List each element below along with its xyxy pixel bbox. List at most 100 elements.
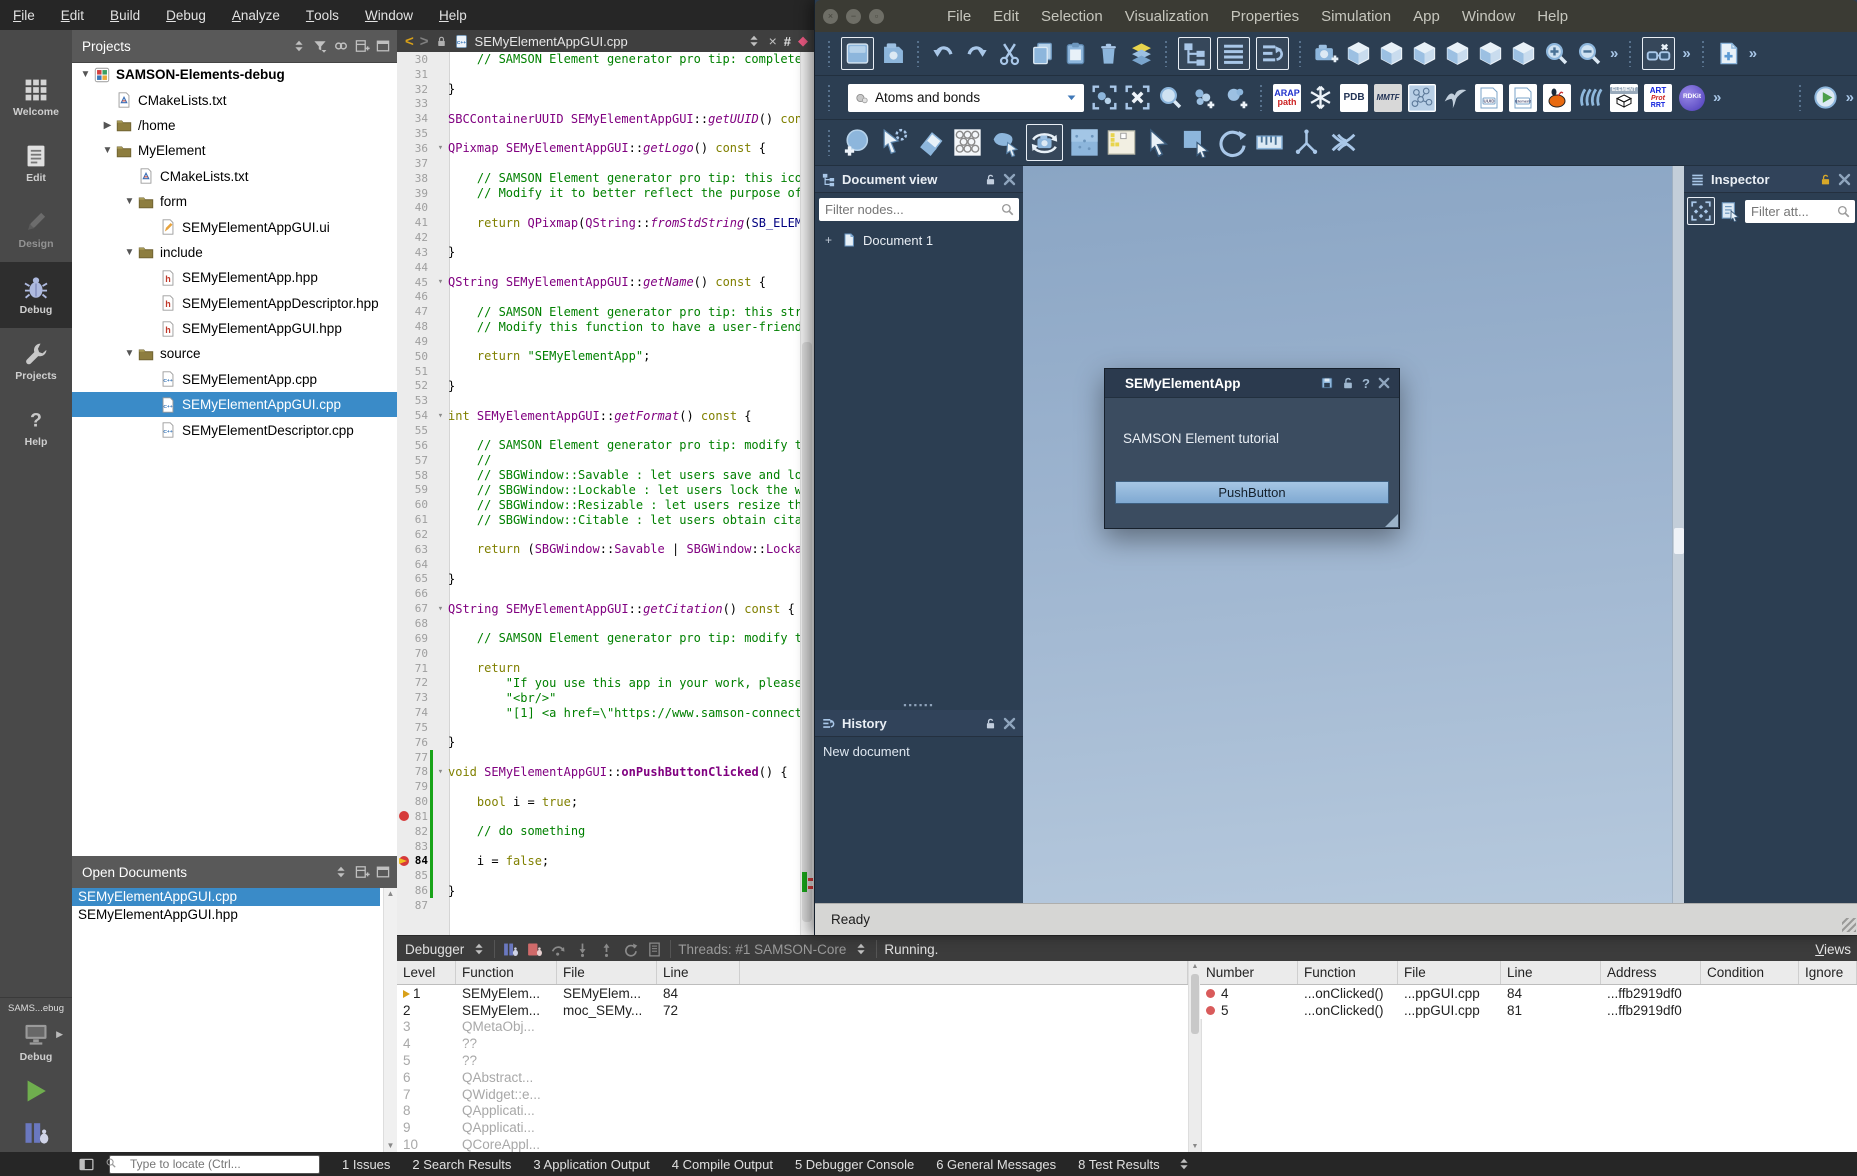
expand-arrow-icon[interactable]: ▼ [122,196,137,207]
dialog-resize-grip[interactable] [1385,514,1398,527]
element-box-badge[interactable]: ELEMENT [1610,84,1638,112]
breakpoint-margin[interactable] [397,512,411,527]
orange-creature-badge[interactable] [1543,84,1571,112]
restart-icon[interactable] [622,941,639,958]
filter-nodes-box[interactable] [819,198,1019,221]
breakpoint-margin[interactable] [397,824,411,839]
history-toggle-icon[interactable] [1256,37,1289,70]
bookmark-diamond-icon[interactable]: ◆ [798,33,808,49]
debugger-switch-icon[interactable] [471,941,487,957]
breakpoint-margin[interactable] [397,171,411,186]
element-document-badge[interactable]: Element [1509,84,1537,112]
code-line-78[interactable]: 78▾void SEMyElementAppGUI::onPushButtonC… [397,765,801,780]
uuid-document-badge[interactable]: UUID [1475,84,1503,112]
filter-attributes-box[interactable] [1745,200,1855,223]
view-cube-4-icon[interactable] [1444,40,1471,67]
expand-arrow-icon[interactable]: ▼ [100,145,115,156]
breakpoint-margin[interactable] [397,364,411,379]
close-window-icon[interactable]: × [823,9,838,24]
breakpoint-margin[interactable] [397,275,411,290]
overflow-chevron-icon[interactable]: » [1682,45,1690,62]
code-line-58[interactable]: 58 // SBGWindow::Savable : let users sav… [397,468,801,483]
close-panel-icon[interactable] [375,38,391,54]
breakpoint-margin[interactable] [397,52,411,67]
breakpoint-margin[interactable] [397,349,411,364]
breakpoint-margin[interactable] [397,453,411,468]
tree-item-semyelementappdescriptor.hpp[interactable]: hSEMyElementAppDescriptor.hpp [72,291,397,316]
expand-arrow-icon[interactable]: ▶ [100,120,115,131]
code-line-65[interactable]: 65} [397,572,801,587]
code-line-69[interactable]: 69 // SAMSON Element generator pro tip: … [397,631,801,646]
pointer-icon[interactable] [1143,127,1174,158]
code-line-38[interactable]: 38 // SAMSON Element generator pro tip: … [397,171,801,186]
scroll-up-icon[interactable]: ▲ [384,888,397,900]
code-line-55[interactable]: 55 [397,423,801,438]
expand-arrow-icon[interactable]: ▼ [78,69,93,80]
breakpoint-margin[interactable] [397,126,411,141]
code-line-64[interactable]: 64 [397,557,801,572]
code-line-66[interactable]: 66 [397,586,801,601]
stack-row-5[interactable]: 5?? [397,1052,1188,1069]
tree-item-samson-elements-debug[interactable]: ▼SAMSON-Elements-debug [72,62,397,87]
breakpoint-margin[interactable] [397,230,411,245]
samson-menu-app[interactable]: App [1402,8,1451,25]
threads-switch-icon[interactable] [853,941,869,957]
samson-menu-help[interactable]: Help [1526,8,1579,25]
twist-helix-icon[interactable] [1328,127,1359,158]
document-switch-icon[interactable] [746,33,762,49]
lock-panel-icon[interactable] [1819,173,1832,186]
samson-menu-window[interactable]: Window [1451,8,1526,25]
tree-item-semyelementapp.hpp[interactable]: hSEMyElementApp.hpp [72,265,397,290]
tree-item-myelement[interactable]: ▼MyElement [72,138,397,163]
line-number-icon[interactable]: # [784,34,791,49]
stack-row-1[interactable]: 1SEMyElem...SEMyElem...84 [397,985,1188,1002]
breakpoint-margin[interactable] [397,200,411,215]
code-line-41[interactable]: 41 return QPixmap(QString::fromStdString… [397,215,801,230]
stack-row-2[interactable]: 2SEMyElem...moc_SEMy...72 [397,1002,1188,1019]
back-icon[interactable]: < [405,33,414,50]
code-line-81[interactable]: 81 [397,809,801,824]
code-line-59[interactable]: 59 // SBGWindow::Lockable : let users lo… [397,482,801,497]
zoom-out-icon[interactable] [1576,40,1603,67]
code-line-60[interactable]: 60 // SBGWindow::Resizable : let users r… [397,497,801,512]
swallow-icon[interactable] [1442,84,1469,111]
periodic-table-icon[interactable] [1106,127,1137,158]
breakpoint-margin[interactable] [397,111,411,126]
stack-row-7[interactable]: 7QWidget::e... [397,1086,1188,1103]
code-line-32[interactable]: 32} [397,82,801,97]
angle-axes-icon[interactable] [1291,127,1322,158]
breakpoint-margin[interactable] [397,186,411,201]
view-cube-6-icon[interactable] [1510,40,1537,67]
close-panel-icon[interactable] [1837,172,1852,187]
mmtf-badge[interactable]: MMTF [1374,84,1402,112]
select-settings-icon[interactable] [878,127,909,158]
arap-path-badge[interactable]: ARAPpath [1273,84,1301,112]
bp-header-file[interactable]: File [1398,961,1501,984]
snowflake-icon[interactable] [1307,84,1334,111]
document-tree-item[interactable]: +Document 1 [815,226,1023,248]
menu-debug[interactable]: Debug [153,0,219,30]
paste-icon[interactable] [1062,40,1089,67]
breakpoint-margin[interactable] [397,690,411,705]
continue-icon[interactable] [502,941,519,958]
close-panel-icon[interactable] [1002,716,1017,731]
mode-projects[interactable]: Projects [0,328,72,394]
zoom-in-icon[interactable] [1543,40,1570,67]
copy-icon[interactable] [1029,40,1056,67]
locate-input[interactable] [109,1155,320,1174]
panel-switch-icon[interactable] [291,38,307,54]
stop-debugger-icon[interactable] [526,941,543,958]
filter-tree-icon[interactable] [312,38,328,54]
breakpoint-margin[interactable] [397,82,411,97]
output-tab-general-messages[interactable]: 6 General Messages [936,1157,1056,1172]
selection-mode-icon[interactable] [1687,197,1715,225]
stereo-3d-icon[interactable] [1642,37,1675,70]
stack-row-9[interactable]: 9QApplicati... [397,1119,1188,1136]
breakpoint-margin[interactable] [397,661,411,676]
code-line-86[interactable]: 86} [397,883,801,898]
close-panel-icon[interactable] [1002,172,1017,187]
overflow-chevron-icon[interactable]: » [1846,89,1854,106]
code-line-70[interactable]: 70 [397,646,801,661]
waves-icon[interactable] [1577,84,1604,111]
samson-menu-selection[interactable]: Selection [1030,8,1114,25]
